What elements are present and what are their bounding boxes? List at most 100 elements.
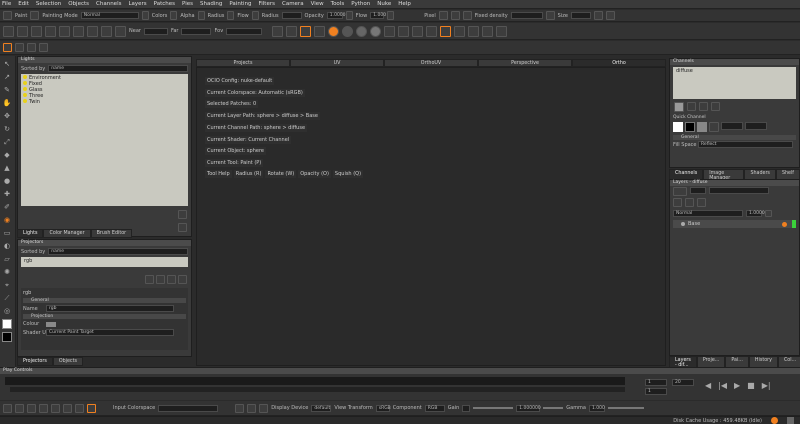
hand-tool-icon[interactable]: ✋ <box>2 98 12 108</box>
eyedropper-tool-icon[interactable]: ⟋ <box>2 293 12 303</box>
fixed-density-field[interactable] <box>510 12 543 19</box>
select-icon[interactable] <box>17 25 28 37</box>
eraser-tool-icon[interactable]: ▭ <box>2 228 12 238</box>
quick-white-swatch[interactable] <box>673 122 683 132</box>
menu-help[interactable]: Help <box>398 1 411 7</box>
opacity-slider-icon[interactable] <box>345 11 353 20</box>
film-icon[interactable] <box>115 25 126 37</box>
layer-new-icon[interactable] <box>673 198 682 207</box>
checkbox-colors[interactable] <box>141 11 149 20</box>
shelf-tool-1-icon[interactable] <box>15 43 24 52</box>
gain-slider-2[interactable] <box>543 407 564 409</box>
input-colorspace-select[interactable] <box>158 404 219 412</box>
menu-selection[interactable]: Selection <box>36 1 61 7</box>
light-item[interactable]: Twin <box>23 99 186 105</box>
shaded-sphere-icon[interactable] <box>328 25 340 37</box>
projection-tool-icon[interactable]: ◉ <box>2 215 12 225</box>
slice-tool-icon[interactable]: ▱ <box>2 254 12 264</box>
tab-brush-editor[interactable]: Brush Editor <box>90 229 133 238</box>
bottom-pan-icon[interactable] <box>51 403 60 413</box>
shelf-tool-3-icon[interactable] <box>39 43 48 52</box>
bottom-lasso-icon[interactable] <box>39 403 48 413</box>
rewind-icon[interactable]: ◀ <box>705 381 711 390</box>
transform-icon[interactable] <box>31 25 42 37</box>
palette-tool-icon[interactable]: ◎ <box>2 306 12 316</box>
menu-shading[interactable]: Shading <box>200 1 222 7</box>
tab-projects[interactable]: Projects <box>196 59 290 67</box>
tab-orthouv[interactable]: OrthoUV <box>384 59 478 67</box>
channel-add-icon[interactable] <box>687 102 696 111</box>
checkbox-flow[interactable] <box>227 11 235 20</box>
layer-selector[interactable] <box>690 187 706 194</box>
layer-mask-icon[interactable] <box>697 198 706 207</box>
fov-field[interactable] <box>226 27 263 35</box>
flow-field[interactable]: 1.000 <box>370 12 386 19</box>
bottom-move-icon[interactable] <box>15 403 24 413</box>
layer-group-icon[interactable] <box>685 198 694 207</box>
quick-channel-icon[interactable] <box>709 122 719 132</box>
paint-settings-icon[interactable] <box>30 11 40 20</box>
shelf-tool-2-icon[interactable] <box>27 43 36 52</box>
step-back-icon[interactable]: |◀ <box>718 381 727 390</box>
checkbox-radius-2[interactable] <box>251 11 259 20</box>
shadow-icon[interactable] <box>398 25 410 37</box>
bottom-down-icon[interactable] <box>27 403 36 413</box>
grid-toggle-icon[interactable] <box>314 25 326 37</box>
bottom-compare-icon[interactable] <box>259 403 269 413</box>
shade-icon[interactable] <box>101 25 112 37</box>
bottom-circle-icon[interactable] <box>75 403 84 413</box>
bottom-target-icon[interactable] <box>63 403 72 413</box>
fill-tool-icon[interactable]: ▲ <box>2 163 12 173</box>
quick-channel-size-2[interactable] <box>745 122 767 130</box>
quick-black-swatch[interactable] <box>685 122 695 132</box>
foreground-swatch[interactable] <box>2 319 12 329</box>
gain-slider[interactable] <box>473 407 514 409</box>
quick-channel-size-1[interactable] <box>721 122 743 130</box>
play-icon[interactable]: ▶ <box>734 381 740 390</box>
size-field[interactable] <box>570 12 591 19</box>
pan-icon[interactable] <box>454 25 466 37</box>
channel-copy-icon[interactable] <box>699 102 708 111</box>
cube-icon[interactable] <box>45 25 56 37</box>
wire-sphere-icon[interactable] <box>412 25 424 37</box>
layer-opacity-field[interactable]: 1.0000 <box>746 210 765 217</box>
fixed-density-toggle[interactable] <box>545 11 555 20</box>
menu-camera[interactable]: Camera <box>282 1 304 7</box>
paint-tool-icon[interactable]: ✎ <box>2 85 12 95</box>
background-swatch[interactable] <box>2 332 12 342</box>
bottom-image-icon[interactable] <box>247 403 257 413</box>
tab-uv[interactable]: UV <box>290 59 384 67</box>
bottom-undo-icon[interactable] <box>3 403 12 413</box>
menu-nuke[interactable]: Nuke <box>377 1 391 7</box>
far-field[interactable] <box>181 27 212 35</box>
gradient-tool-icon[interactable]: ◐ <box>2 241 12 251</box>
picker-tool-icon[interactable]: ⌖ <box>2 280 12 290</box>
crosshair-icon[interactable] <box>440 25 452 37</box>
channel-item[interactable]: diffuse <box>676 68 793 74</box>
menu-objects[interactable]: Objects <box>68 1 89 7</box>
add-light-icon[interactable] <box>178 210 187 219</box>
view-transform-select[interactable]: sRGB <box>375 404 391 412</box>
projector-projection-section[interactable]: Projection <box>23 314 186 319</box>
projector-copy-icon[interactable] <box>156 275 165 284</box>
projectors-sorted-by-select[interactable]: name <box>48 248 188 255</box>
snapshot-icon[interactable] <box>59 25 70 37</box>
select-tool-icon[interactable]: ↖ <box>2 59 12 69</box>
stop-icon[interactable]: ■ <box>747 381 755 390</box>
quick-gray-swatch[interactable] <box>697 122 707 132</box>
projector-colour-swatch[interactable] <box>46 321 56 327</box>
layer-row[interactable]: Base <box>673 220 796 228</box>
forward-icon[interactable]: ▶| <box>762 381 771 390</box>
smudge-tool-icon[interactable]: ✐ <box>2 202 12 212</box>
channel-thumbnail-icon[interactable] <box>674 102 684 112</box>
checkbox-alpha[interactable] <box>170 11 178 20</box>
full-sphere-icon[interactable] <box>370 25 382 37</box>
tab-color-manager[interactable]: Color Manager <box>43 229 91 238</box>
tab-projectors[interactable]: Projectors <box>17 357 53 366</box>
wireframe-icon[interactable] <box>87 25 98 37</box>
paint-mode-icon[interactable] <box>300 25 312 37</box>
projector-add-icon[interactable] <box>145 275 154 284</box>
menu-tools[interactable]: Tools <box>331 1 345 7</box>
light-options-icon[interactable] <box>178 223 187 232</box>
lights-icon[interactable] <box>384 25 396 37</box>
